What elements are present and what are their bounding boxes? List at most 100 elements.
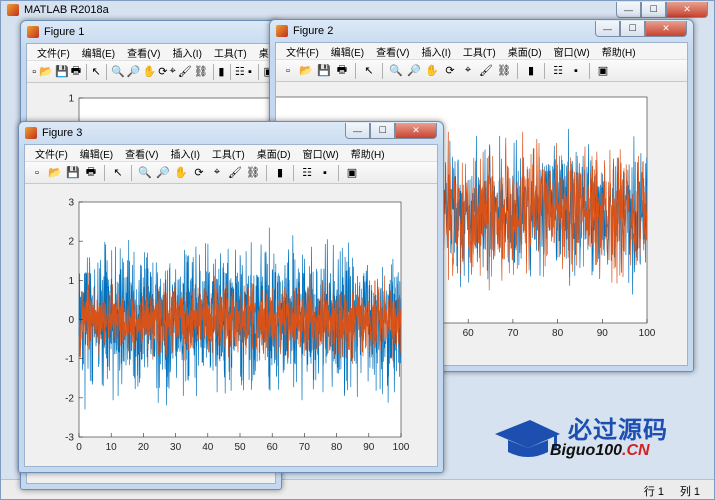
menu-item[interactable]: 编辑(E) [82, 45, 115, 60]
menu-item[interactable]: 插入(I) [421, 44, 450, 59]
pan-icon[interactable]: ✋ [173, 165, 189, 181]
link-plot-icon[interactable]: ⛓ [245, 165, 261, 181]
print-icon[interactable]: 🖶 [71, 64, 81, 80]
zoom-out-icon[interactable]: 🔎 [406, 63, 422, 79]
main-window-title: MATLAB R2018a [7, 4, 109, 16]
watermark-logo: 必过源码 Biguo100.CN [490, 408, 700, 468]
x-tick-label: 30 [170, 442, 182, 453]
figure-3-menubar: 文件(F) 编辑(E) 查看(V) 插入(I) 工具(T) 桌面(D) 窗口(W) 帮助(H) [25, 145, 437, 162]
zoom-in-icon[interactable]: 🔍 [388, 63, 404, 79]
link-plot-icon[interactable]: ⛓ [194, 64, 208, 80]
data-cursor-icon[interactable]: ⌖ [460, 63, 476, 79]
menu-item[interactable]: 查看(V) [127, 45, 160, 60]
zoom-out-icon[interactable]: 🔎 [155, 165, 171, 181]
x-tick-label: 50 [234, 442, 246, 453]
print-icon[interactable]: 🖶 [83, 165, 99, 181]
brush-icon[interactable]: 🖌 [227, 165, 243, 181]
rotate-icon[interactable]: ⟳ [158, 64, 167, 80]
brush-icon[interactable]: 🖌 [478, 63, 494, 79]
open-icon[interactable]: 📂 [47, 165, 63, 181]
save-icon[interactable]: 💾 [316, 63, 332, 79]
hide-plot-tools-icon[interactable]: ▪ [317, 165, 333, 181]
legend-icon[interactable]: ☷ [235, 64, 245, 80]
menu-item[interactable]: 查看(V) [376, 44, 409, 59]
legend-icon[interactable]: ☷ [550, 63, 566, 79]
pointer-icon[interactable]: ↖ [92, 64, 101, 80]
menu-item[interactable]: 工具(T) [212, 146, 245, 161]
save-icon[interactable]: 💾 [65, 165, 81, 181]
brush-icon[interactable]: 🖌 [178, 64, 192, 80]
show-plot-tools-icon[interactable]: ▣ [344, 165, 360, 181]
figure-2-minimize-button[interactable]: — [595, 21, 620, 37]
main-close-button[interactable]: ✕ [666, 2, 708, 18]
menu-item[interactable]: 文件(F) [37, 45, 70, 60]
save-icon[interactable]: 💾 [55, 64, 69, 80]
zoom-in-icon[interactable]: 🔍 [111, 64, 125, 80]
show-plot-tools-icon[interactable]: ▣ [595, 63, 611, 79]
figure-1-titlebar[interactable]: Figure 1 [21, 21, 281, 43]
figure-3-toolbar: ▫ 📂 💾 🖶 ↖ 🔍 🔎 ✋ ⟳ ⌖ 🖌 ⛓ ▮ ☷ ▪ ▣ [25, 162, 437, 184]
menu-item[interactable]: 插入(I) [170, 146, 199, 161]
figure-3-close-button[interactable]: ✕ [395, 123, 437, 139]
toolbar-separator [338, 164, 339, 181]
new-icon[interactable]: ▫ [29, 165, 45, 181]
menu-item[interactable]: 文件(F) [286, 44, 319, 59]
watermark-en-text: Biguo100.CN [550, 442, 650, 459]
main-maximize-button[interactable]: ☐ [641, 2, 666, 18]
menu-item[interactable]: 窗口(W) [303, 146, 339, 161]
toolbar-separator [544, 62, 545, 79]
menu-item[interactable]: 工具(T) [214, 45, 247, 60]
data-cursor-icon[interactable]: ⌖ [169, 64, 176, 80]
open-icon[interactable]: 📂 [39, 64, 53, 80]
figure-3-window[interactable]: Figure 3 — ☐ ✕ 文件(F) 编辑(E) 查看(V) 插入(I) 工具(T)… [18, 121, 444, 473]
rotate-icon[interactable]: ⟳ [442, 63, 458, 79]
figure-2-menubar: 文件(F) 编辑(E) 查看(V) 插入(I) 工具(T) 桌面(D) 窗口(W) 帮助(H) [276, 43, 687, 60]
colorbar-icon[interactable]: ▮ [218, 64, 224, 80]
link-plot-icon[interactable]: ⛓ [496, 63, 512, 79]
menu-item[interactable]: 编辑(E) [80, 146, 113, 161]
menu-item[interactable]: 帮助(H) [351, 146, 385, 161]
rotate-icon[interactable]: ⟳ [191, 165, 207, 181]
status-row: 行 1 [643, 486, 664, 498]
toolbar-separator [293, 164, 294, 181]
print-icon[interactable]: 🖶 [334, 63, 350, 79]
menu-item[interactable]: 工具(T) [463, 44, 496, 59]
x-tick-label: 60 [463, 328, 475, 339]
colorbar-icon[interactable]: ▮ [272, 165, 288, 181]
figure-2-maximize-button[interactable]: ☐ [620, 21, 645, 37]
y-tick-label: -3 [65, 433, 74, 444]
zoom-in-icon[interactable]: 🔍 [137, 165, 153, 181]
open-icon[interactable]: 📂 [298, 63, 314, 79]
data-cursor-icon[interactable]: ⌖ [209, 165, 225, 181]
figure-3-minimize-button[interactable]: — [345, 123, 370, 139]
figure-icon [27, 26, 39, 38]
pointer-icon[interactable]: ↖ [361, 63, 377, 79]
new-icon[interactable]: ▫ [280, 63, 296, 79]
new-icon[interactable]: ▫ [31, 64, 37, 80]
figure-3-client: 文件(F) 编辑(E) 查看(V) 插入(I) 工具(T) 桌面(D) 窗口(W) 帮助(H)… [24, 144, 438, 467]
x-tick-label: 70 [299, 442, 311, 453]
hide-plot-tools-icon[interactable]: ▪ [247, 64, 253, 80]
y-tick-label: 2 [68, 237, 74, 248]
main-minimize-button[interactable]: — [616, 2, 641, 18]
menu-item[interactable]: 编辑(E) [331, 44, 364, 59]
menu-item[interactable]: 查看(V) [125, 146, 158, 161]
menu-item[interactable]: 帮助(H) [602, 44, 636, 59]
figure-3-maximize-button[interactable]: ☐ [370, 123, 395, 139]
hide-plot-tools-icon[interactable]: ▪ [568, 63, 584, 79]
pan-icon[interactable]: ✋ [424, 63, 440, 79]
menu-item[interactable]: 桌面(D) [257, 146, 291, 161]
menu-item[interactable]: 插入(I) [172, 45, 201, 60]
toolbar-separator [517, 62, 518, 79]
legend-icon[interactable]: ☷ [299, 165, 315, 181]
zoom-out-icon[interactable]: 🔎 [127, 64, 141, 80]
menu-item[interactable]: 窗口(W) [554, 44, 590, 59]
figure-3-chart[interactable]: 0 10 20 30 40 50 60 70 80 90 1003210-1-2-3 [25, 185, 439, 470]
menu-item[interactable]: 文件(F) [35, 146, 68, 161]
figure-icon [276, 25, 288, 37]
pan-icon[interactable]: ✋ [143, 64, 157, 80]
colorbar-icon[interactable]: ▮ [523, 63, 539, 79]
menu-item[interactable]: 桌面(D) [508, 44, 542, 59]
pointer-icon[interactable]: ↖ [110, 165, 126, 181]
figure-2-close-button[interactable]: ✕ [645, 21, 687, 37]
